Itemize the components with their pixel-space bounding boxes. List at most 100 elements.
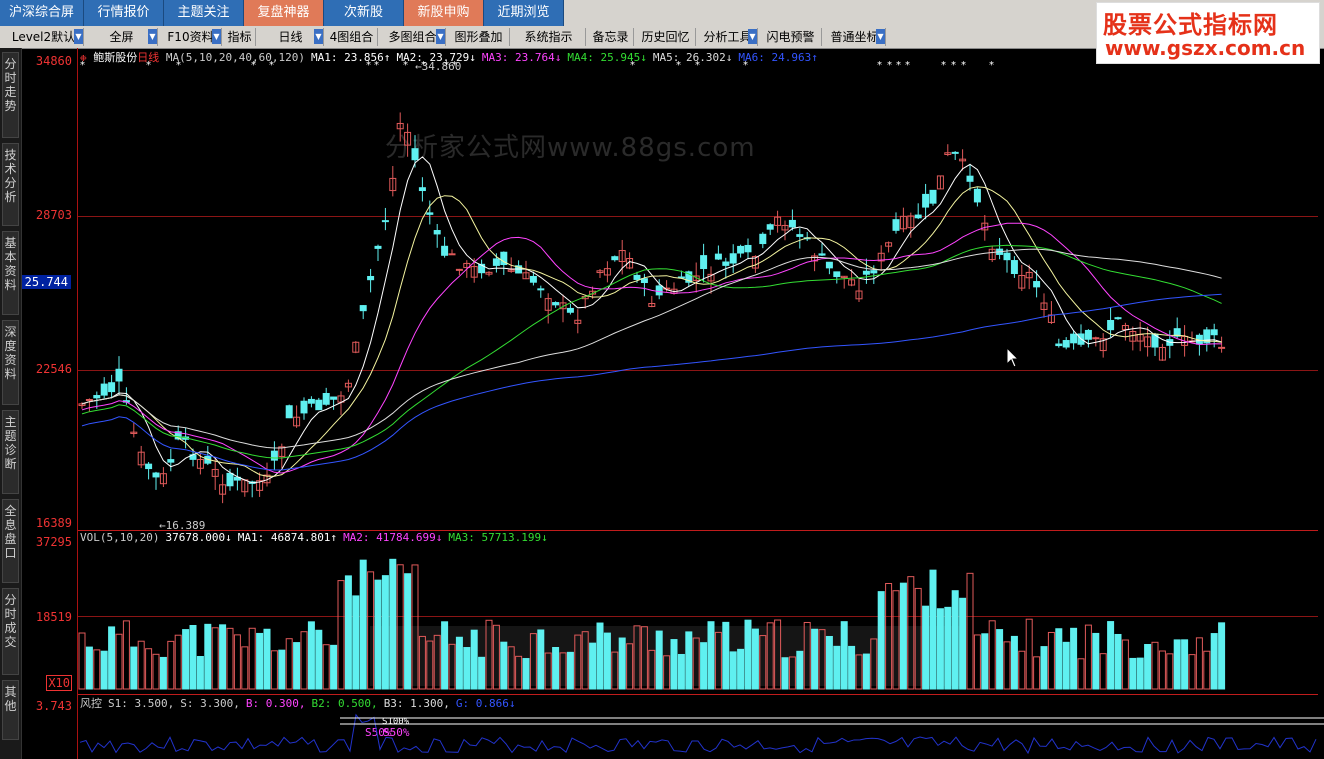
volume-bar	[833, 645, 841, 690]
candle-body	[922, 193, 930, 208]
signal-marker: *	[989, 60, 994, 71]
candle-body	[115, 368, 123, 382]
risk-line	[79, 713, 1317, 755]
volume-bar	[426, 640, 434, 690]
volume-bar	[1166, 653, 1174, 690]
candle-body	[529, 275, 537, 283]
candle-body	[492, 258, 500, 266]
volume-bar	[1136, 657, 1144, 690]
volume-bar	[640, 626, 648, 690]
signal-marker: *	[695, 60, 700, 71]
candle-body	[714, 253, 722, 260]
candle-body	[744, 244, 752, 253]
candle-body	[833, 271, 841, 278]
volume-bar	[256, 632, 264, 690]
volume-bar	[1099, 653, 1107, 690]
volume-bar	[766, 622, 774, 690]
signal-marker: *	[905, 60, 910, 71]
volume-bar	[1070, 627, 1078, 690]
logo-title: 股票公式指标网	[1103, 11, 1278, 39]
candle-body	[929, 189, 937, 204]
volume-bar	[478, 656, 486, 690]
volume-bar	[85, 646, 93, 690]
volume-bar	[315, 629, 323, 690]
volume-bar	[692, 637, 700, 690]
candle-body	[1055, 343, 1063, 347]
volume-bar	[93, 649, 101, 690]
volume-bar	[1158, 650, 1166, 690]
volume-bar	[626, 643, 634, 690]
volume-bar	[322, 644, 330, 690]
signal-marker: *	[896, 60, 901, 71]
signal-marker: *	[444, 60, 449, 71]
volume-bar	[862, 653, 870, 690]
candle-body	[914, 214, 922, 219]
volume-bar	[174, 634, 182, 690]
volume-bar	[973, 634, 981, 690]
volume-bar	[700, 642, 708, 690]
volume-bar	[781, 657, 789, 690]
volume-bar	[1025, 618, 1033, 690]
volume-bar	[1218, 622, 1226, 690]
volume-bar	[359, 559, 367, 690]
volume-bar	[159, 656, 167, 690]
volume-bar	[648, 649, 656, 690]
candle-body	[381, 220, 389, 223]
volume-bar	[811, 628, 819, 690]
signal-marker: *	[251, 60, 256, 71]
volume-bar	[1107, 621, 1115, 690]
volume-bar	[152, 653, 160, 690]
volume-bar	[544, 652, 552, 690]
volume-bar	[729, 651, 737, 690]
signal-marker: *	[80, 60, 85, 71]
candle-body	[455, 268, 463, 271]
candle-body	[640, 278, 648, 284]
candle-body	[788, 219, 796, 228]
volume-bar	[1062, 641, 1070, 690]
volume-bar	[285, 638, 293, 690]
volume-bar	[1010, 635, 1018, 690]
candle-body	[1003, 252, 1011, 261]
candle-body	[1010, 260, 1018, 274]
volume-bar	[463, 647, 471, 690]
candle-body	[1114, 317, 1122, 320]
volume-bar	[737, 648, 745, 690]
candle-body	[330, 396, 338, 400]
candle-body	[1033, 281, 1041, 288]
volume-bar	[241, 646, 249, 690]
candle-body	[766, 224, 774, 230]
candle-body	[537, 288, 545, 291]
signal-marker: *	[951, 60, 956, 71]
volume-bar	[922, 605, 930, 690]
volume-bar	[352, 595, 360, 690]
volume-bar	[507, 646, 515, 690]
volume-bar	[633, 625, 641, 690]
volume-bar	[248, 627, 256, 690]
volume-bar	[774, 619, 782, 690]
candle-body	[951, 151, 959, 154]
signal-marker: *	[941, 60, 946, 71]
candle-body	[611, 256, 619, 261]
site-logo: 股票公式指标网 www.gszx.com.cn	[1096, 2, 1320, 64]
signal-marker: *	[421, 60, 426, 71]
signal-marker: *	[269, 60, 274, 71]
volume-bar	[1210, 633, 1218, 690]
volume-bar	[1003, 641, 1011, 690]
volume-bar	[670, 639, 678, 690]
candle-body	[759, 233, 767, 245]
candle-body	[818, 253, 826, 256]
signal-marker: *	[676, 60, 681, 71]
signal-marker: *	[403, 60, 408, 71]
candle-body	[270, 450, 278, 461]
volume-bar	[485, 619, 493, 690]
candle-body	[418, 187, 426, 192]
volume-bar	[885, 583, 893, 690]
ma2-line	[81, 186, 1222, 477]
volume-bar	[1040, 646, 1048, 690]
volume-bar	[537, 629, 545, 690]
volume-bar	[522, 658, 530, 690]
volume-bar	[996, 629, 1004, 690]
volume-bar	[1129, 657, 1137, 690]
volume-bar	[877, 591, 885, 690]
kline-chart[interactable]: * * * * * * * * * * * * * * * * * * * * * * *	[0, 0, 1324, 759]
